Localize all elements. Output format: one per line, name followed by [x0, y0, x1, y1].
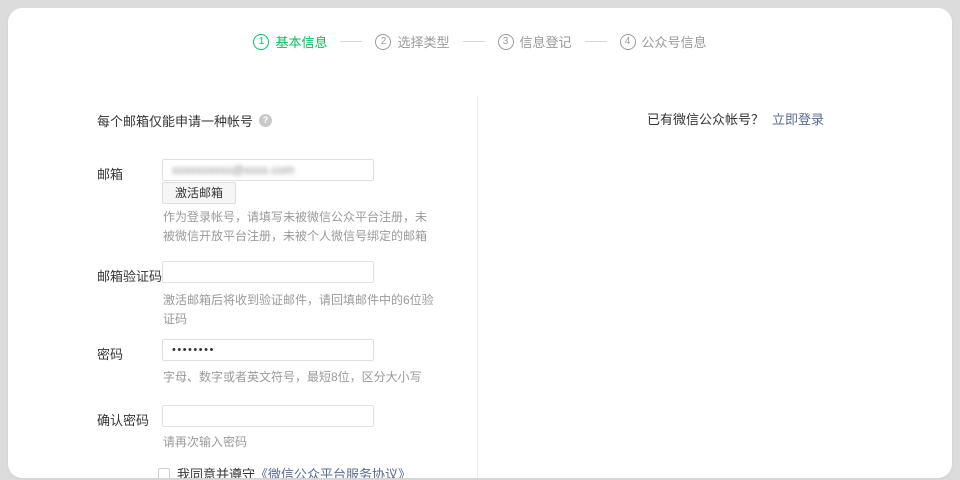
column-divider	[477, 96, 478, 478]
agreement-text: 我同意并遵守	[177, 464, 255, 478]
email-code-help-text: 激活邮箱后将收到验证邮件，请回填邮件中的6位验 证码	[163, 291, 434, 329]
step-choose-type: 2 选择类型	[375, 32, 449, 51]
step-4-circle: 4	[620, 34, 636, 50]
step-2-label: 选择类型	[397, 32, 449, 51]
step-3-circle: 3	[498, 34, 514, 50]
step-4-label: 公众号信息	[642, 32, 707, 51]
activate-email-button[interactable]: 激活邮箱	[162, 182, 236, 204]
step-separator	[585, 41, 607, 42]
email-code-label: 邮箱验证码	[97, 266, 162, 285]
login-hint: 已有微信公众帐号？ 立即登录	[647, 109, 824, 128]
step-1-circle: 1	[253, 34, 269, 50]
step-basic-info: 1 基本信息	[253, 32, 327, 51]
agreement-link[interactable]: 《微信公众平台服务协议》	[255, 464, 411, 478]
step-info-registration: 3 信息登记	[498, 32, 572, 51]
login-question: 已有微信公众帐号？	[647, 112, 764, 127]
confirm-password-label: 确认密码	[97, 410, 149, 429]
password-label: 密码	[97, 344, 123, 363]
step-1-label: 基本信息	[275, 32, 327, 51]
email-input[interactable]: xxxxxxxxxx@xxxx.com	[162, 159, 374, 181]
email-code-input[interactable]	[162, 261, 374, 283]
help-icon[interactable]: ?	[259, 114, 272, 127]
password-input[interactable]: ••••••••	[162, 339, 374, 361]
registration-card: 1 基本信息 2 选择类型 3 信息登记 4 公众号信息 每个邮箱仅能申请一种帐…	[8, 8, 952, 478]
form-heading-text: 每个邮箱仅能申请一种帐号	[97, 111, 253, 130]
step-separator	[463, 41, 485, 42]
step-2-circle: 2	[375, 34, 391, 50]
email-help-text: 作为登录帐号，请填写未被微信公众平台注册，未 被微信开放平台注册，未被个人微信号…	[163, 208, 427, 246]
step-3-label: 信息登记	[520, 32, 572, 51]
password-help-text: 字母、数字或者英文符号，最短8位，区分大小写	[163, 368, 422, 387]
confirm-password-help-text: 请再次输入密码	[163, 433, 247, 452]
agreement-row: 我同意并遵守 《微信公众平台服务协议》	[158, 464, 411, 478]
form-heading: 每个邮箱仅能申请一种帐号 ?	[97, 111, 272, 130]
confirm-password-input[interactable]	[162, 405, 374, 427]
step-separator	[340, 41, 362, 42]
agreement-checkbox[interactable]	[158, 468, 170, 479]
signup-stepper: 1 基本信息 2 选择类型 3 信息登记 4 公众号信息	[8, 32, 952, 51]
step-account-info: 4 公众号信息	[620, 32, 707, 51]
login-now-link[interactable]: 立即登录	[772, 112, 824, 127]
email-label: 邮箱	[97, 164, 123, 183]
email-value-redacted: xxxxxxxxxx@xxxx.com	[172, 160, 294, 180]
